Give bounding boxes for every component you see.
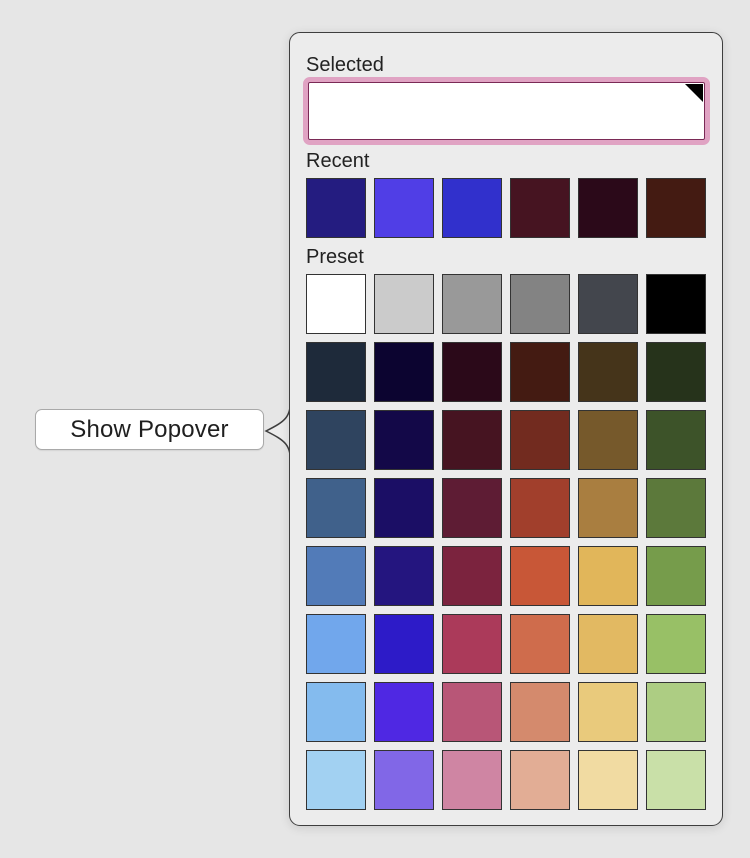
preset-color-swatch[interactable] [306,342,366,402]
preset-color-swatch[interactable] [374,546,434,606]
preset-color-swatch[interactable] [306,546,366,606]
recent-color-swatch[interactable] [374,178,434,238]
recent-colors-grid [306,178,706,238]
preset-color-swatch[interactable] [510,274,570,334]
preset-color-swatch[interactable] [442,274,502,334]
preset-color-swatch[interactable] [646,410,706,470]
preset-color-swatch[interactable] [578,274,638,334]
recent-label: Recent [306,150,370,172]
preset-color-swatch[interactable] [510,750,570,810]
preset-color-swatch[interactable] [306,274,366,334]
preset-color-swatch[interactable] [306,410,366,470]
recent-color-swatch[interactable] [442,178,502,238]
recent-color-swatch[interactable] [510,178,570,238]
preset-color-swatch[interactable] [442,546,502,606]
preset-color-swatch[interactable] [510,614,570,674]
preset-color-swatch[interactable] [510,546,570,606]
preset-color-swatch[interactable] [578,546,638,606]
preset-color-swatch[interactable] [510,478,570,538]
preset-color-swatch[interactable] [578,342,638,402]
preset-color-swatch[interactable] [442,682,502,742]
preset-color-swatch[interactable] [646,750,706,810]
preset-color-swatch[interactable] [510,682,570,742]
preset-color-swatch[interactable] [646,682,706,742]
selected-label: Selected [306,54,384,76]
preset-color-swatch[interactable] [374,274,434,334]
preset-label: Preset [306,246,364,268]
color-picker-popover: Selected Recent Preset [289,32,723,826]
recent-color-swatch[interactable] [578,178,638,238]
preset-color-swatch[interactable] [646,274,706,334]
preset-color-swatch[interactable] [442,750,502,810]
preset-color-swatch[interactable] [578,410,638,470]
preset-color-swatch[interactable] [578,478,638,538]
recent-color-swatch[interactable] [646,178,706,238]
preset-color-swatch[interactable] [442,410,502,470]
preset-color-swatch[interactable] [578,750,638,810]
preset-color-swatch[interactable] [374,342,434,402]
preset-color-swatch[interactable] [306,478,366,538]
preset-colors-grid [306,274,706,810]
show-popover-button[interactable]: Show Popover [35,409,264,450]
preset-color-swatch[interactable] [442,614,502,674]
preset-color-swatch[interactable] [646,478,706,538]
preset-color-swatch[interactable] [306,750,366,810]
preset-color-swatch[interactable] [578,614,638,674]
preset-color-swatch[interactable] [442,478,502,538]
preset-color-swatch[interactable] [442,342,502,402]
preset-color-swatch[interactable] [374,410,434,470]
preset-color-swatch[interactable] [646,546,706,606]
dropdown-corner-icon [685,84,703,102]
preset-color-swatch[interactable] [306,682,366,742]
preset-color-swatch[interactable] [578,682,638,742]
recent-color-swatch[interactable] [306,178,366,238]
preset-color-swatch[interactable] [646,614,706,674]
preset-color-swatch[interactable] [306,614,366,674]
preset-color-swatch[interactable] [374,478,434,538]
selected-color-swatch [308,82,705,140]
preset-color-swatch[interactable] [510,410,570,470]
window-content: Show Popover Selected Recent Preset [0,0,750,858]
preset-color-swatch[interactable] [374,682,434,742]
popover-arrow [264,399,292,463]
selected-color-well[interactable] [303,77,710,145]
preset-color-swatch[interactable] [374,614,434,674]
preset-color-swatch[interactable] [510,342,570,402]
preset-color-swatch[interactable] [374,750,434,810]
preset-color-swatch[interactable] [646,342,706,402]
